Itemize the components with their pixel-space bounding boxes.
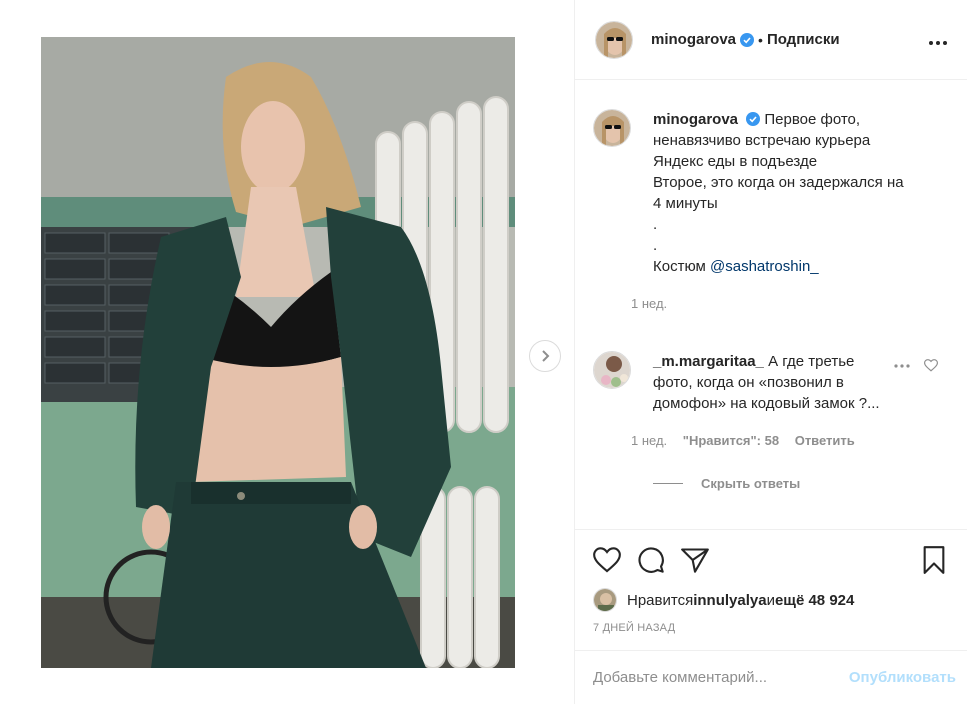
caption-time[interactable]: 1 нед. [631,296,904,311]
post-photo[interactable] [41,37,515,668]
bookmark-icon [923,546,945,574]
comment-likes[interactable]: "Нравится": 58 [683,433,779,448]
heart-icon[interactable] [924,359,938,372]
caption-line: 4 минуты [653,195,718,212]
caption-line: Яндекс еды в подъезде [653,153,818,170]
post-sidebar: minogarova • Подписки minogarova Первое … [574,0,967,704]
likes-count[interactable]: ещё 48 924 [775,592,854,609]
likes-middle: и [766,591,775,609]
caption-author[interactable]: minogarova [653,111,738,128]
comment-text: _m.margaritaa_ А где третье фото, когда … [653,351,883,414]
mention-link[interactable]: @sashatroshin_ [710,258,819,275]
caption-text: minogarova Первое фото, ненавязчиво встр… [653,109,904,277]
post-header: minogarova • Подписки [575,0,967,80]
like-button[interactable] [593,547,621,573]
commenter-username[interactable]: _m.margaritaa_ [653,353,764,370]
comment-item: _m.margaritaa_ А где третье фото, когда … [593,351,948,448]
add-comment-bar: Опубликовать [575,650,967,704]
commenter-avatar[interactable] [593,351,631,389]
hide-replies-button[interactable]: Скрыть ответы [653,476,948,491]
caption-suit-text: Костюм [653,258,711,275]
media-panel [0,0,574,704]
verified-badge-icon [740,32,755,47]
comment-meta: 1 нед. "Нравится": 58 Ответить [631,433,883,448]
separator-dot: • [758,31,763,48]
more-options-button[interactable] [929,32,947,48]
hide-replies-label: Скрыть ответы [701,476,801,491]
likes-summary: Нравится innulyalya и ещё 48 924 [593,588,950,612]
caption-author-avatar[interactable] [593,109,631,147]
comments-section: minogarova Первое фото, ненавязчиво встр… [575,81,967,529]
caption-line: . [653,237,658,254]
follow-status-button[interactable]: Подписки [767,31,840,48]
next-photo-button[interactable] [529,340,561,372]
author-username[interactable]: minogarova [651,31,736,48]
caption-line: . [653,216,658,233]
reply-button[interactable]: Ответить [795,433,855,448]
comment-input[interactable] [593,669,833,686]
verified-badge-icon [746,112,761,126]
comment-actions [894,359,938,372]
caption-line: ненавязчиво встречаю курьера [653,132,871,149]
liker-avatar[interactable] [593,588,617,612]
author-avatar[interactable] [595,20,633,59]
save-button[interactable] [922,546,946,574]
share-icon [681,548,709,573]
comment-time[interactable]: 1 нед. [631,433,667,448]
caption-line: Первое фото, [764,111,861,128]
caption: minogarova Первое фото, ненавязчиво встр… [593,109,948,311]
heart-icon [593,547,621,573]
more-options-icon[interactable] [894,363,910,368]
post-timestamp[interactable]: 7 ДНЕЙ НАЗАД [593,622,950,634]
divider-line [653,483,683,484]
more-options-icon [929,40,947,45]
action-icons [593,544,950,576]
comment-icon [638,547,664,573]
share-button[interactable] [681,547,709,573]
caption-line: Второе, это когда он задержался на [653,174,904,191]
likes-prefix: Нравится [627,591,694,609]
publish-button[interactable]: Опубликовать [849,669,956,686]
chevron-right-icon [542,350,550,362]
action-bar: Нравится innulyalya и ещё 48 924 7 ДНЕЙ … [575,529,967,634]
comment-button[interactable] [637,546,665,574]
liker-username[interactable]: innulyalya [693,592,766,609]
